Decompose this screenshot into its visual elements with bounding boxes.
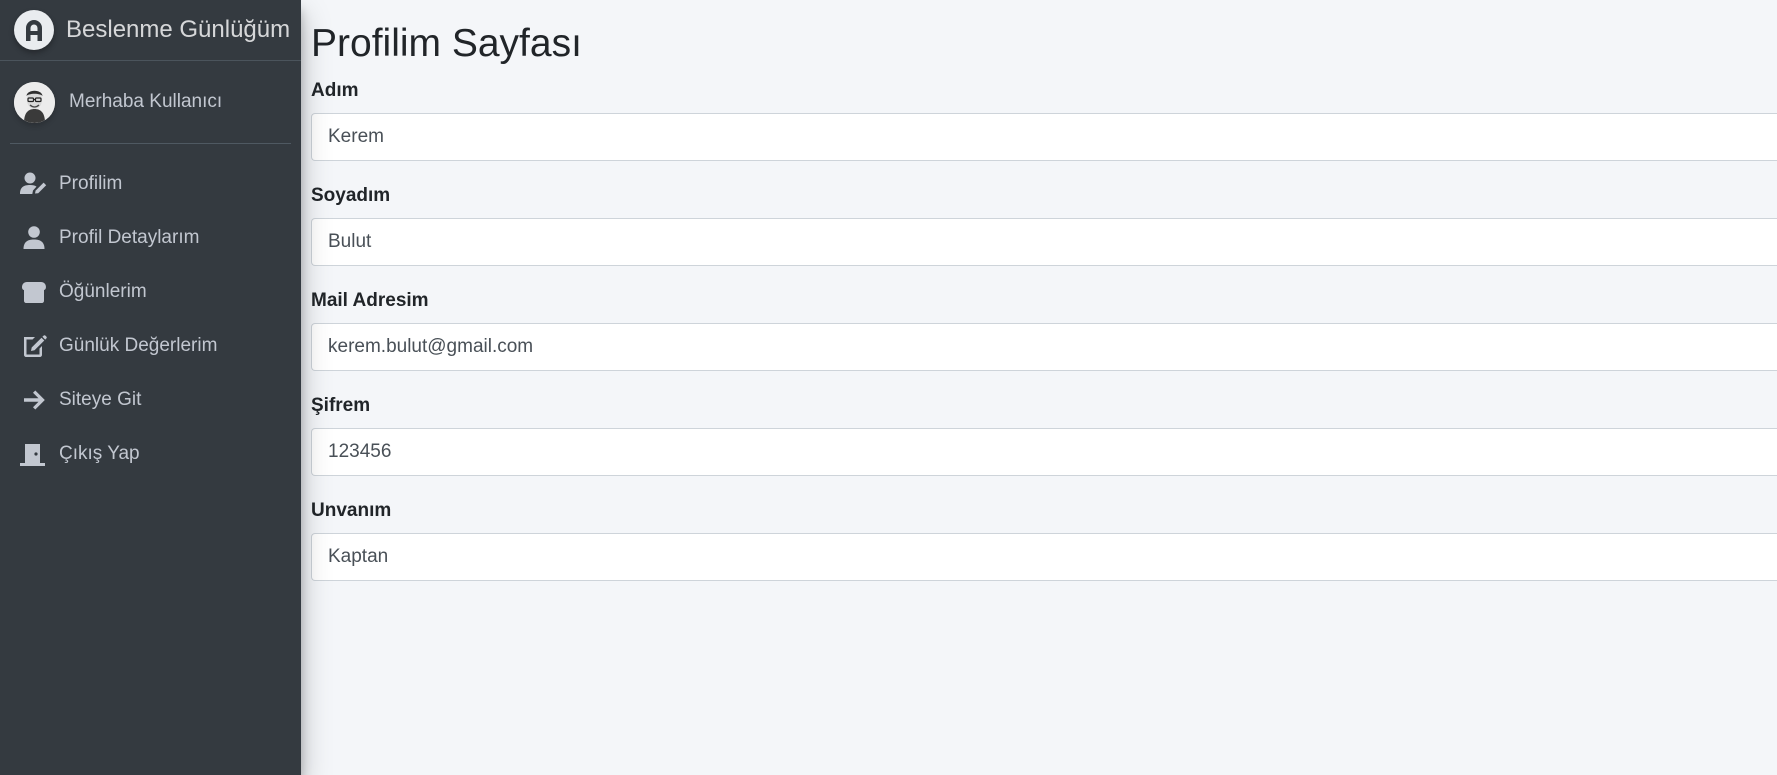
password-input[interactable] <box>311 428 1777 476</box>
sidebar-item-label: Profilim <box>59 173 123 194</box>
password-label: Şifrem <box>311 395 371 416</box>
email-label: Mail Adresim <box>311 290 429 311</box>
form-group-first-name: Adım <box>311 79 1777 161</box>
title-label: Unvanım <box>311 500 392 521</box>
email-input[interactable] <box>311 323 1777 371</box>
brand-title: Beslenme Günlüğüm <box>66 16 291 43</box>
arrow-right-icon <box>20 387 48 413</box>
sidebar-item-siteye-git[interactable]: Siteye Git <box>8 373 293 427</box>
sidebar-item-profil-detaylarim[interactable]: Profil Detaylarım <box>8 211 293 265</box>
last-name-label: Soyadım <box>311 185 391 206</box>
sidebar: Beslenme Günlüğüm Merhaba Kullanıcı Prof… <box>0 0 301 775</box>
form-group-password: Şifrem <box>311 394 1777 476</box>
first-name-label: Adım <box>311 80 359 101</box>
form-group-email: Mail Adresim <box>311 289 1777 371</box>
title-input[interactable] <box>311 533 1777 581</box>
sidebar-item-label: Öğünlerim <box>59 281 147 302</box>
user-edit-icon <box>20 171 48 197</box>
sidebar-item-label: Profil Detaylarım <box>59 227 200 248</box>
sidebar-nav: Profilim Profil Detaylarım Öğünlerim Gün… <box>0 157 301 481</box>
brand-logo-icon <box>14 10 54 50</box>
bread-icon <box>20 279 48 305</box>
first-name-input[interactable] <box>311 113 1777 161</box>
form-group-title: Unvanım <box>311 499 1777 581</box>
brand-link[interactable]: Beslenme Günlüğüm <box>0 0 301 61</box>
sidebar-item-profilim[interactable]: Profilim <box>8 157 293 211</box>
form-group-last-name: Soyadım <box>311 184 1777 266</box>
app-layout: Beslenme Günlüğüm Merhaba Kullanıcı Prof… <box>0 0 1777 775</box>
user-avatar[interactable] <box>14 81 55 123</box>
main-content: Profilim Sayfası Adım Soyadım Mail Adres… <box>301 0 1777 775</box>
sidebar-item-cikis-yap[interactable]: Çıkış Yap <box>8 427 293 481</box>
edit-icon <box>20 333 48 359</box>
door-icon <box>20 441 48 467</box>
sidebar-item-label: Günlük Değerlerim <box>59 335 218 356</box>
sidebar-item-gunluk-degerlerim[interactable]: Günlük Değerlerim <box>8 319 293 373</box>
user-greeting[interactable]: Merhaba Kullanıcı <box>69 91 222 113</box>
user-panel: Merhaba Kullanıcı <box>10 61 291 144</box>
sidebar-item-label: Çıkış Yap <box>59 443 140 464</box>
sidebar-item-label: Siteye Git <box>59 389 142 410</box>
sidebar-item-ogunlerim[interactable]: Öğünlerim <box>8 265 293 319</box>
user-icon <box>20 225 48 251</box>
page-title: Profilim Sayfası <box>311 22 582 65</box>
last-name-input[interactable] <box>311 218 1777 266</box>
